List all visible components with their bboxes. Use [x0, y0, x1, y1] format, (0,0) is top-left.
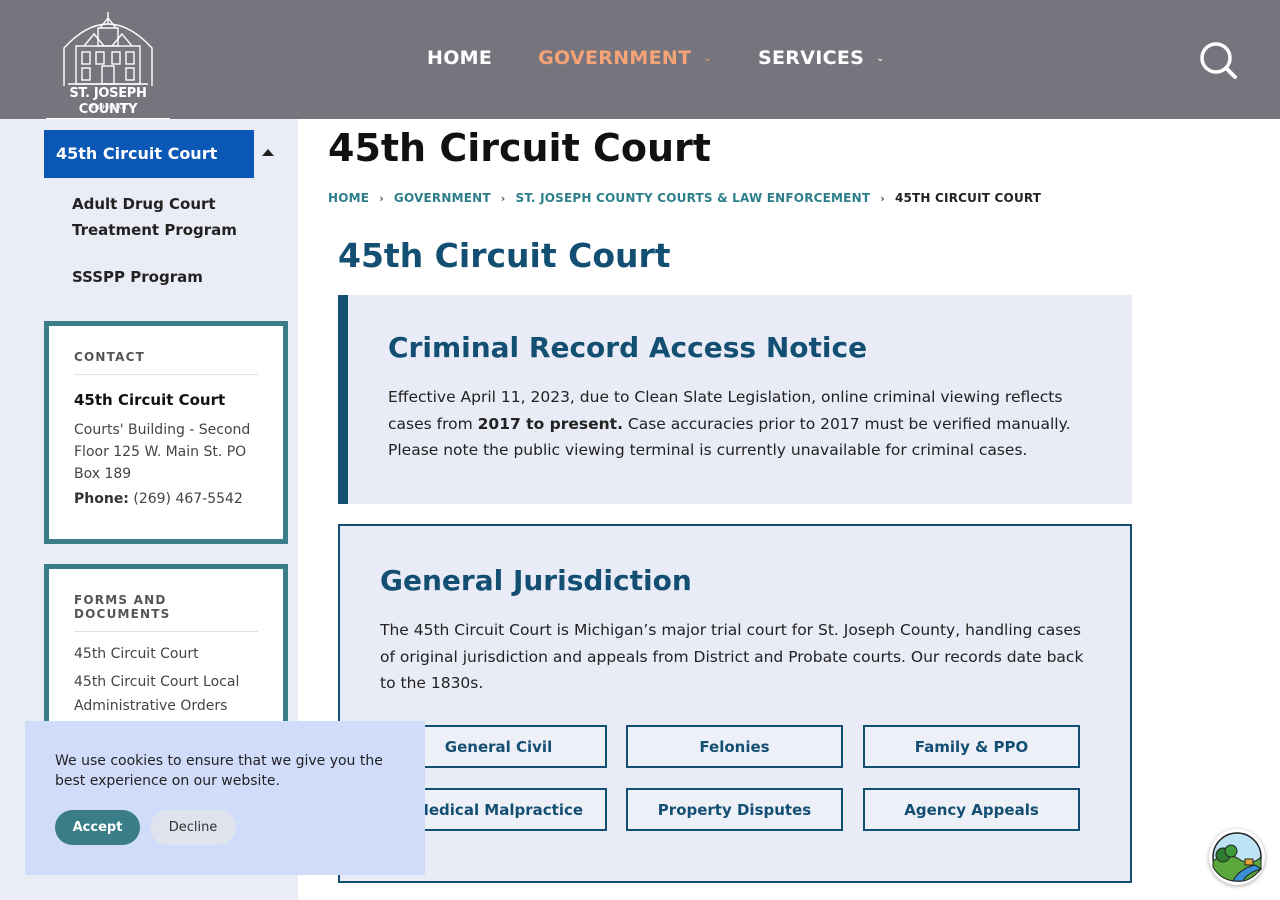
jurisdiction-text: The 45th Circuit Court is Michigan’s maj… [380, 621, 1084, 692]
nav-services-label: SERVICES [758, 47, 865, 69]
section-title: 45th Circuit Court [338, 236, 671, 275]
nav-government-label: GOVERNMENT [538, 47, 692, 69]
contact-heading: CONTACT [74, 350, 258, 375]
contact-address: Courts' Building - Second Floor 125 W. M… [74, 422, 251, 482]
notice-box: Criminal Record Access Notice Effective … [338, 295, 1132, 504]
contact-box: CONTACT 45th Circuit Court Courts' Build… [44, 321, 288, 544]
county-logo[interactable]: ST. JOSEPH COUNTY MICHIGAN [44, 8, 172, 120]
felonies-button[interactable]: Felonies [626, 725, 843, 768]
forms-heading: FORMS AND DOCUMENTS [74, 593, 258, 632]
chevron-down-icon: ⌄ [876, 52, 885, 64]
nav-home[interactable]: HOME [427, 47, 492, 69]
accept-cookies-button[interactable]: Accept [55, 810, 140, 845]
jurisdiction-box: General Jurisdiction The 45th Circuit Co… [338, 524, 1132, 883]
contact-name: 45th Circuit Court [74, 391, 226, 409]
site-header: ST. JOSEPH COUNTY MICHIGAN HOME GOVERNME… [0, 0, 1280, 120]
form-link-circuit-court[interactable]: 45th Circuit Court [74, 642, 258, 666]
chevron-right-icon: › [379, 191, 384, 205]
main-nav: HOME GOVERNMENT ⌄ SERVICES ⌄ [427, 47, 931, 69]
phone-number[interactable]: (269) 467-5542 [133, 491, 243, 507]
phone-label: Phone: [74, 491, 129, 507]
agency-appeals-button[interactable]: Agency Appeals [863, 788, 1080, 831]
notice-text: Effective April 11, 2023, due to Clean S… [388, 384, 1108, 464]
landscape-icon [1212, 832, 1263, 882]
cookie-text: We use cookies to ensure that we give yo… [55, 753, 383, 789]
logo-subtext: MICHIGAN [88, 104, 128, 111]
nav-government[interactable]: GOVERNMENT ⌄ [538, 47, 712, 69]
contact-phone: Phone: (269) 467-5542 [74, 491, 258, 507]
family-ppo-button[interactable]: Family & PPO [863, 725, 1080, 768]
collapse-caret-icon[interactable] [262, 149, 274, 156]
page-title: 45th Circuit Court [328, 126, 711, 170]
breadcrumb-government[interactable]: GOVERNMENT [394, 191, 491, 205]
nav-services[interactable]: SERVICES ⌄ [758, 47, 885, 69]
breadcrumb-home[interactable]: HOME [328, 191, 369, 205]
nav-home-label: HOME [427, 47, 493, 69]
breadcrumb-courts[interactable]: ST. JOSEPH COUNTY COURTS & LAW ENFORCEME… [516, 191, 871, 205]
logo-text: ST. JOSEPH COUNTY [46, 86, 170, 120]
floating-widget-button[interactable] [1209, 829, 1265, 885]
property-disputes-button[interactable]: Property Disputes [626, 788, 843, 831]
sidebar-item-circuit-court[interactable]: 45th Circuit Court [44, 130, 254, 178]
breadcrumb-current: 45TH CIRCUIT COURT [894, 191, 1042, 205]
notice-text-bold: 2017 to present. [477, 414, 623, 433]
search-button[interactable] [1198, 40, 1238, 80]
cookie-banner: We use cookies to ensure that we give yo… [25, 721, 425, 875]
sidebar-item-ssspp[interactable]: SSSPP Program [72, 264, 203, 290]
notice-title: Criminal Record Access Notice [388, 331, 868, 364]
chevron-down-icon: ⌄ [703, 52, 713, 64]
jurisdiction-title: General Jurisdiction [380, 564, 692, 597]
search-icon [1200, 42, 1237, 79]
form-link-admin-orders[interactable]: 45th Circuit Court Local Administrative … [74, 670, 258, 718]
breadcrumb: HOME › GOVERNMENT › ST. JOSEPH COUNTY CO… [328, 191, 1041, 205]
sidebar-item-drug-court[interactable]: Adult Drug Court Treatment Program [72, 191, 242, 243]
chevron-right-icon: › [880, 191, 885, 205]
chevron-right-icon: › [500, 191, 506, 205]
decline-cookies-button[interactable]: Decline [150, 810, 236, 845]
